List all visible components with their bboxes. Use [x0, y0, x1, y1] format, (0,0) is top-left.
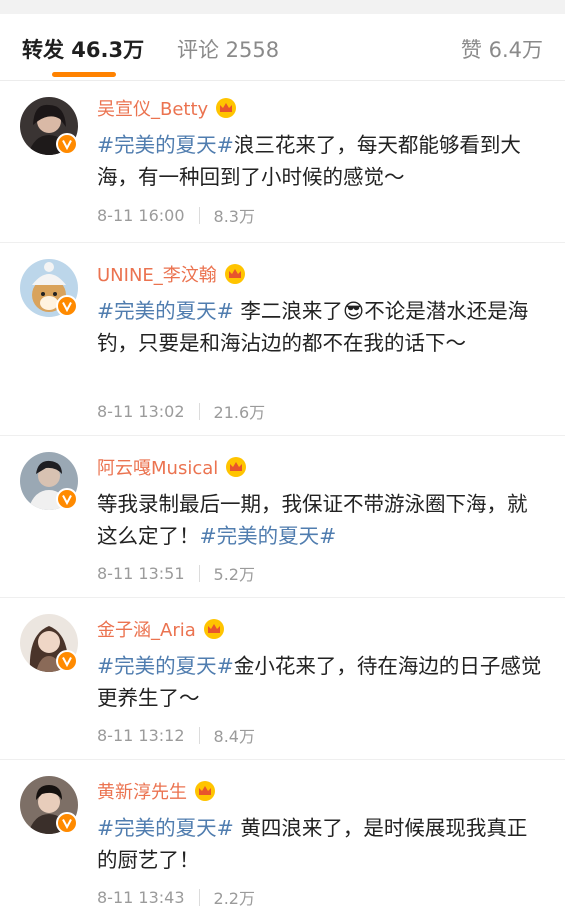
post-meta: 8-11 13:12 8.4万	[97, 723, 255, 747]
topic-tag[interactable]: #完美的夏天#	[97, 133, 234, 157]
divider	[198, 564, 200, 582]
post-meta: 8-11 16:00 8.3万	[97, 203, 255, 227]
post-time: 8-11 13:51	[97, 563, 185, 583]
like-count: 21.6万	[213, 403, 266, 422]
tab-like[interactable]: 赞 6.4万	[461, 34, 543, 64]
like-count: 8.3万	[213, 207, 255, 226]
post-meta: 8-11 13:02 21.6万	[97, 399, 265, 423]
user-name[interactable]: 金子涵_Aria	[97, 616, 196, 642]
post-text: 等我录制最后一期，我保证不带游泳圈下海，就这么定了！#完美的夏天#	[97, 492, 528, 548]
post-meta: 8-11 13:51 5.2万	[97, 561, 255, 585]
verified-badge-icon	[56, 650, 78, 672]
list-item[interactable]: UNINE_李汶翰 #完美的夏天# 李二浪来了😎不论是潜水还是海钓，只要是和海沾…	[0, 243, 565, 436]
verified-badge-icon	[56, 133, 78, 155]
vip-crown-icon	[203, 619, 224, 639]
post-meta: 8-11 13:43 2.2万	[97, 885, 255, 909]
topic-tag[interactable]: #完美的夏天#	[200, 524, 337, 548]
like-count: 5.2万	[213, 565, 255, 584]
topic-tag[interactable]: #完美的夏天#	[97, 816, 234, 840]
verified-badge-icon	[56, 812, 78, 834]
vip-crown-icon	[226, 457, 247, 477]
verified-badge-icon	[56, 295, 78, 317]
vip-crown-icon	[216, 98, 237, 118]
divider	[198, 402, 200, 420]
list-item[interactable]: 黄新淳先生 #完美的夏天# 黄四浪来了，是时候展现我真正的厨艺了！ 8-11 1…	[0, 760, 565, 922]
list-item[interactable]: 阿云嘎Musical 等我录制最后一期，我保证不带游泳圈下海，就这么定了！#完美…	[0, 436, 565, 598]
post-time: 8-11 13:43	[97, 887, 185, 907]
top-strip	[0, 0, 565, 14]
user-name[interactable]: 吴宣仪_Betty	[97, 95, 208, 121]
like-count: 8.4万	[213, 727, 255, 746]
user-name[interactable]: 阿云嘎Musical	[97, 454, 218, 480]
post-time: 8-11 13:02	[97, 401, 185, 421]
divider	[198, 206, 200, 224]
vip-crown-icon	[224, 264, 245, 284]
topic-tag[interactable]: #完美的夏天#	[97, 299, 234, 323]
vip-crown-icon	[195, 781, 215, 801]
verified-badge-icon	[56, 488, 78, 510]
divider	[198, 726, 200, 744]
user-name[interactable]: 黄新淳先生	[97, 778, 187, 804]
list-item[interactable]: 吴宣仪_Betty #完美的夏天#浪三花来了，每天都能够看到大海，有一种回到了小…	[0, 81, 565, 243]
post-text: #完美的夏天#浪三花来了，每天都能够看到大海，有一种回到了小时候的感觉～	[97, 133, 521, 189]
tab-bar: 转发 46.3万 评论 2558 赞 6.4万	[0, 14, 565, 81]
topic-tag[interactable]: #完美的夏天#	[97, 654, 234, 678]
post-text: #完美的夏天#金小花来了，待在海边的日子感觉更养生了～	[97, 654, 542, 710]
user-name[interactable]: UNINE_李汶翰	[97, 261, 217, 287]
tab-repost[interactable]: 转发 46.3万	[22, 34, 144, 64]
like-count: 2.2万	[213, 889, 255, 908]
active-tab-indicator	[52, 72, 116, 77]
divider	[198, 888, 200, 906]
post-text: #完美的夏天# 李二浪来了😎不论是潜水还是海钓，只要是和海沾边的都不在我的话下～	[97, 299, 529, 355]
post-time: 8-11 16:00	[97, 205, 185, 225]
list-item[interactable]: 金子涵_Aria #完美的夏天#金小花来了，待在海边的日子感觉更养生了～ 8-1…	[0, 598, 565, 760]
post-text: #完美的夏天# 黄四浪来了，是时候展现我真正的厨艺了！	[97, 816, 528, 872]
post-time: 8-11 13:12	[97, 725, 185, 745]
tab-comment[interactable]: 评论 2558	[177, 34, 279, 64]
